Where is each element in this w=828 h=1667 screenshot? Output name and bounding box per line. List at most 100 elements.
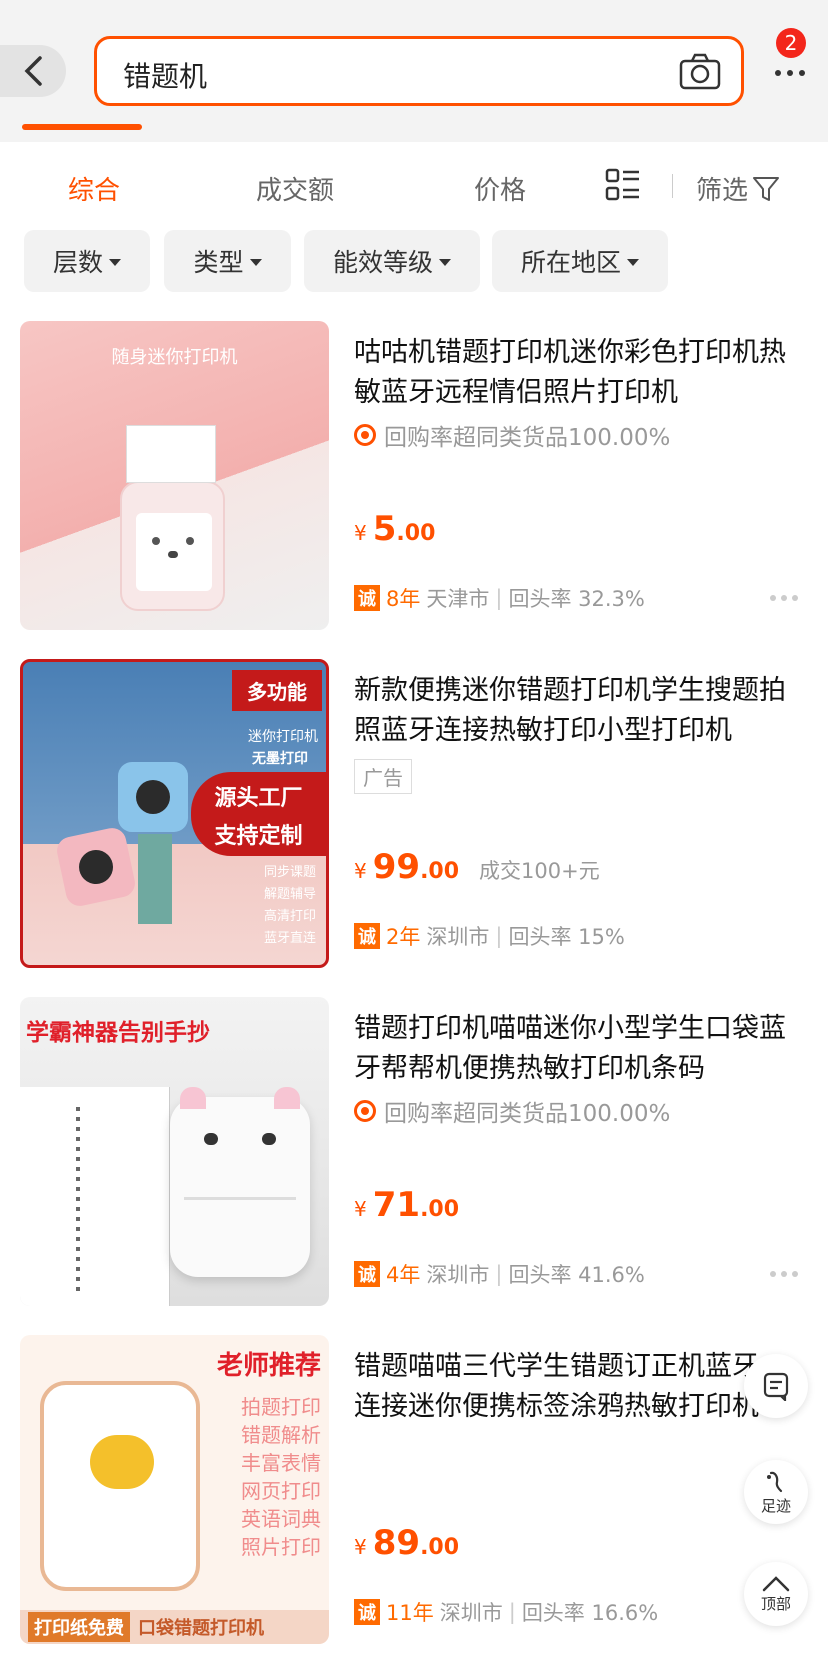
store-city: 天津市 (426, 587, 490, 611)
blue-printer-graphic (118, 762, 188, 832)
pink-printer-graphic (54, 825, 138, 909)
chip-region[interactable]: 所在地区 (492, 230, 668, 292)
top-header: 错题机 2 (0, 0, 828, 142)
repurchase-text: 回购率超同类货品100.00% (384, 425, 671, 451)
history-float-button[interactable]: 足迹 (744, 1460, 808, 1524)
paper-graphic (126, 425, 216, 483)
store-city: 深圳市 (426, 925, 490, 949)
repurchase-icon (354, 424, 376, 446)
ad-tag: 广告 (354, 759, 412, 794)
product-title[interactable]: 错题打印机喵喵迷你小型学生口袋蓝牙帮帮机便携热敏打印机条码 (354, 1009, 804, 1089)
cheng-badge-icon: 诚 (354, 1599, 380, 1625)
cheng-badge-icon: 诚 (354, 585, 380, 611)
thumb-caption: 学霸神器告别手抄 (26, 1020, 210, 1046)
separator: | (495, 1262, 503, 1286)
search-underline (22, 124, 142, 130)
store-years: 2年 (386, 925, 421, 949)
sort-divider (672, 174, 673, 198)
product-price: ¥ 89 .00 (354, 1523, 459, 1563)
price-decimal: .00 (420, 859, 460, 884)
thumb-features: 同步课题 解题辅导 高清打印 蓝牙直连 (264, 862, 316, 950)
product-title[interactable]: 新款便携迷你错题打印机学生搜题拍照蓝牙连接热敏打印小型打印机 (354, 671, 804, 751)
repurchase-text: 回购率超同类货品100.00% (384, 1101, 671, 1127)
product-price: ¥ 71 .00 (354, 1185, 459, 1225)
chip-energy-grade[interactable]: 能效等级 (304, 230, 480, 292)
feature-text: 错题解析 (241, 1423, 321, 1447)
search-input[interactable]: 错题机 (94, 36, 744, 106)
bear-printer-graphic (40, 1381, 200, 1591)
currency-symbol: ¥ (354, 859, 367, 883)
thumb-bottom-banner: 打印纸免费 口袋错题打印机 (20, 1610, 329, 1644)
more-dots-icon[interactable] (775, 70, 805, 76)
history-label: 足迹 (760, 1496, 791, 1515)
feature-text: 网页打印 (241, 1479, 321, 1503)
chip-label: 类型 (193, 248, 244, 277)
currency-symbol: ¥ (354, 1535, 367, 1559)
store-years: 11年 (386, 1601, 434, 1625)
note-float-button[interactable] (744, 1354, 808, 1418)
thumb-text-factory: 源头工厂 (214, 786, 303, 811)
feature-text: 解题辅导 (263, 887, 316, 902)
return-rate: 回头率 32.3% (508, 587, 645, 611)
price-integer: 71 (372, 1185, 421, 1225)
card-more-icon[interactable] (770, 1271, 798, 1277)
store-info[interactable]: 诚 4年 深圳市 | 回头率 41.6% (354, 1259, 645, 1289)
thumb-caption: 随身迷你打印机 (111, 347, 238, 368)
product-image[interactable]: 老师推荐 拍题打印 错题解析 丰富表情 网页打印 英语词典 照片打印 打印纸免费… (20, 1335, 329, 1644)
repurchase-tag: 回购率超同类货品100.00% (354, 418, 670, 452)
notebook-graphic (20, 1087, 170, 1306)
product-image[interactable]: 多功能 迷你打印机 无墨打印 源头工厂 支持定制 同步课题 解题辅导 高清打印 … (20, 659, 329, 968)
caret-down-icon (439, 258, 451, 266)
product-title[interactable]: 错题喵喵三代学生错题订正机蓝牙连接迷你便携标签涂鸦热敏打印机 (354, 1347, 774, 1427)
store-info[interactable]: 诚 11年 深圳市 | 回头率 16.6% (354, 1597, 658, 1627)
cheng-badge-icon: 诚 (354, 1261, 380, 1287)
search-query-text: 错题机 (123, 60, 208, 93)
price-integer: 89 (372, 1523, 421, 1563)
product-card[interactable]: 学霸神器告别手抄 错题打印机喵喵迷你小型学生口袋蓝牙帮帮机便携热敏打印机条码 回… (0, 997, 828, 1335)
thumb-text-inkless: 无墨打印 (252, 751, 308, 767)
store-info[interactable]: 诚 8年 天津市 | 回头率 32.3% (354, 583, 645, 613)
price-decimal: .00 (420, 1535, 460, 1560)
back-button[interactable] (0, 45, 66, 97)
stand-graphic (138, 834, 172, 924)
return-rate: 回头率 41.6% (508, 1263, 645, 1287)
chip-label: 所在地区 (520, 248, 621, 277)
price-integer: 99 (372, 847, 421, 887)
price-decimal: .00 (420, 1197, 460, 1222)
repurchase-icon (354, 1100, 376, 1122)
product-image[interactable]: 随身迷你打印机 (20, 321, 329, 630)
product-card[interactable]: 老师推荐 拍题打印 错题解析 丰富表情 网页打印 英语词典 照片打印 打印纸免费… (0, 1335, 828, 1667)
store-years: 8年 (386, 587, 421, 611)
product-title[interactable]: 咕咕机错题打印机迷你彩色打印机热敏蓝牙远程情侣照片打印机 (354, 333, 804, 413)
price-integer: 5 (372, 509, 397, 549)
card-more-icon[interactable] (770, 595, 798, 601)
store-info[interactable]: 诚 2年 深圳市 | 回头率 15% (354, 921, 625, 951)
chip-label: 层数 (52, 248, 103, 277)
store-city: 深圳市 (426, 1263, 490, 1287)
back-to-top-button[interactable]: 顶部 (744, 1562, 808, 1626)
chevron-left-icon (24, 56, 42, 86)
layout-toggle-icon[interactable] (605, 168, 641, 206)
filter-label: 筛选 (696, 176, 749, 206)
thumb-headline: 老师推荐 (216, 1351, 321, 1381)
sort-tab-price[interactable]: 价格 (474, 170, 526, 207)
feature-text: 英语词典 (241, 1507, 321, 1531)
product-price: ¥ 99 .00 成交100+元 (354, 847, 600, 887)
store-city: 深圳市 (439, 1601, 503, 1625)
caret-down-icon (249, 258, 262, 266)
product-card[interactable]: 随身迷你打印机 咕咕机错题打印机迷你彩色打印机热敏蓝牙远程情侣照片打印机 回购率… (0, 321, 828, 659)
top-label: 顶部 (760, 1594, 791, 1613)
chip-layers[interactable]: 层数 (24, 230, 150, 292)
sort-tab-sales[interactable]: 成交额 (256, 170, 334, 207)
notification-badge: 2 (776, 28, 806, 58)
funnel-icon (753, 176, 780, 201)
feature-text: 同步课题 (263, 865, 316, 880)
product-card[interactable]: 多功能 迷你打印机 无墨打印 源头工厂 支持定制 同步课题 解题辅导 高清打印 … (0, 659, 828, 997)
chip-type[interactable]: 类型 (164, 230, 291, 292)
feature-text: 丰富表情 (241, 1451, 321, 1475)
filter-button[interactable]: 筛选 (696, 170, 780, 207)
caret-down-icon (109, 258, 121, 266)
product-image[interactable]: 学霸神器告别手抄 (20, 997, 329, 1306)
camera-icon[interactable] (679, 53, 721, 95)
sort-tab-comprehensive[interactable]: 综合 (68, 170, 120, 207)
